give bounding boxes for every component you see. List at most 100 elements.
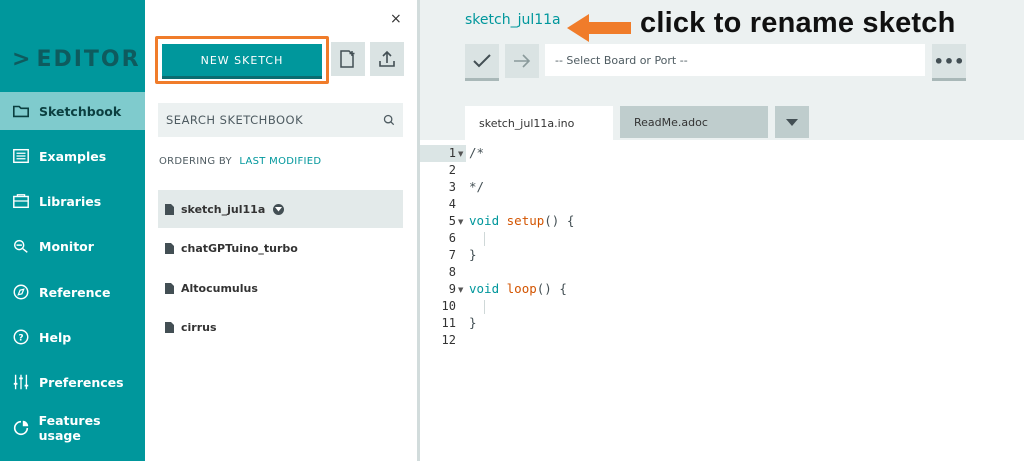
fold-toggle-icon[interactable]: ▼ — [458, 218, 463, 226]
board-port-select[interactable]: -- Select Board or Port -- — [545, 44, 925, 76]
library-icon — [11, 191, 31, 211]
help-icon: ? — [11, 327, 31, 347]
tab-menu-button[interactable] — [775, 106, 809, 138]
arrow-left-icon — [567, 14, 631, 42]
ordering-label: ORDERING BY — [159, 156, 232, 167]
code-punct: () { — [544, 213, 575, 228]
nav-label: Reference — [39, 284, 111, 300]
line-number: 6 — [448, 231, 456, 245]
new-sketch-button[interactable]: NEW SKETCH — [162, 44, 322, 76]
chevron-down-icon[interactable] — [273, 203, 285, 215]
tab-sketch-ino[interactable]: sketch_jul11a.ino — [465, 106, 613, 140]
new-file-button[interactable] — [331, 42, 365, 76]
sketch-list-item[interactable]: chatGPTuino_turbo — [158, 229, 403, 267]
code-line: void loop() { — [469, 281, 567, 296]
compass-icon — [11, 282, 31, 302]
nav-label: Monitor — [39, 238, 94, 254]
fold-toggle-icon[interactable]: ▼ — [458, 286, 463, 294]
search-icon — [383, 114, 395, 126]
chevron-down-icon — [786, 118, 798, 126]
sketch-list-item[interactable]: sketch_jul11a — [158, 190, 403, 228]
code-line: void setup() { — [469, 213, 574, 228]
sketch-name: cirrus — [181, 320, 217, 334]
search-placeholder: SEARCH SKETCHBOOK — [166, 113, 304, 127]
arrow-right-icon — [514, 54, 531, 68]
line-number: 4 — [448, 197, 456, 211]
ordering-row: ORDERING BY LAST MODIFIED — [159, 156, 321, 167]
nav-item-libraries[interactable]: Libraries — [0, 182, 145, 220]
sketch-list-item[interactable]: Altocumulus — [158, 269, 403, 307]
sketch-name: chatGPTuino_turbo — [181, 241, 298, 255]
checkmark-icon — [473, 54, 491, 68]
file-icon — [165, 203, 174, 215]
line-number: 8 — [448, 265, 456, 279]
monitor-icon — [11, 236, 31, 256]
chevron-right-icon: > — [12, 47, 33, 72]
close-icon[interactable]: × — [390, 11, 402, 27]
line-number: 12 — [441, 333, 456, 347]
line-number: 7 — [448, 248, 456, 262]
line-number: 2 — [448, 163, 456, 177]
nav-item-preferences[interactable]: Preferences — [0, 363, 145, 401]
nav-item-examples[interactable]: Examples — [0, 137, 145, 175]
nav-label: Help — [39, 329, 72, 345]
nav-item-help[interactable]: ? Help — [0, 318, 145, 356]
sketch-name: Altocumulus — [181, 281, 258, 295]
code-line: } — [469, 247, 477, 262]
function-name: loop — [506, 281, 537, 296]
nav-label: Preferences — [39, 374, 124, 390]
nav-label: Features usage — [38, 413, 101, 443]
editor-area: sketch_jul11a -- Select Board or Port --… — [420, 0, 1024, 461]
upload-icon — [379, 50, 395, 67]
search-input[interactable]: SEARCH SKETCHBOOK — [158, 103, 403, 137]
code-punct: () { — [536, 281, 567, 296]
pie-icon — [11, 418, 31, 438]
nav-item-reference[interactable]: Reference — [0, 273, 145, 311]
indent-guide — [484, 300, 485, 314]
more-options-button[interactable]: ••• — [932, 44, 966, 78]
editor-brand: > EDITOR — [12, 47, 141, 72]
ordering-value[interactable]: LAST MODIFIED — [239, 156, 321, 167]
nav-item-sketchbook[interactable]: Sketchbook — [0, 92, 145, 130]
sliders-icon — [11, 372, 31, 392]
nav-item-features-usage[interactable]: Features usage — [0, 409, 145, 447]
code-line: } — [469, 315, 477, 330]
file-icon — [165, 282, 174, 294]
sketch-name: sketch_jul11a — [181, 202, 266, 216]
folder-icon — [11, 101, 31, 121]
keyword: void — [469, 213, 500, 228]
code-editor[interactable]: 1 2 3 4 5 6 7 8 9 10 11 12 ▼ ▼ ▼ /* */ v… — [420, 140, 1024, 461]
nav-label: Examples — [39, 148, 107, 164]
nav-label: Sketchbook — [39, 103, 122, 119]
nav-label: Libraries — [39, 193, 102, 209]
svg-text:?: ? — [18, 334, 23, 344]
nav-item-monitor[interactable]: Monitor — [0, 227, 145, 265]
keyword: void — [469, 281, 500, 296]
file-icon — [165, 242, 174, 254]
rename-annotation: click to rename sketch — [640, 7, 956, 39]
sketch-title[interactable]: sketch_jul11a — [465, 12, 561, 28]
sketch-list-item[interactable]: cirrus — [158, 308, 403, 346]
verify-button[interactable] — [465, 44, 499, 78]
code-line: */ — [469, 179, 485, 194]
line-gutter: 1 2 3 4 5 6 7 8 9 10 11 12 ▼ ▼ ▼ — [420, 140, 466, 461]
line-number: 5 — [448, 214, 456, 228]
function-name: setup — [506, 213, 545, 228]
line-number: 10 — [441, 299, 456, 313]
line-number: 1 — [448, 146, 456, 160]
indent-guide — [484, 232, 485, 246]
tab-readme[interactable]: ReadMe.adoc — [620, 106, 768, 138]
line-number: 3 — [448, 180, 456, 194]
file-icon — [165, 321, 174, 333]
side-nav: > EDITOR Sketchbook Examples Libraries Mo… — [0, 0, 145, 461]
sketchbook-panel: × NEW SKETCH SEARCH SKETCHBOOK ORDERING … — [145, 0, 417, 461]
line-number: 11 — [441, 316, 456, 330]
list-icon — [11, 146, 31, 166]
upload-button[interactable] — [505, 44, 539, 78]
line-number: 9 — [448, 282, 456, 296]
new-file-icon — [340, 50, 355, 68]
fold-toggle-icon[interactable]: ▼ — [458, 150, 463, 158]
upload-file-button[interactable] — [370, 42, 404, 76]
brand-label: EDITOR — [36, 47, 141, 72]
code-line: /* — [469, 145, 485, 160]
